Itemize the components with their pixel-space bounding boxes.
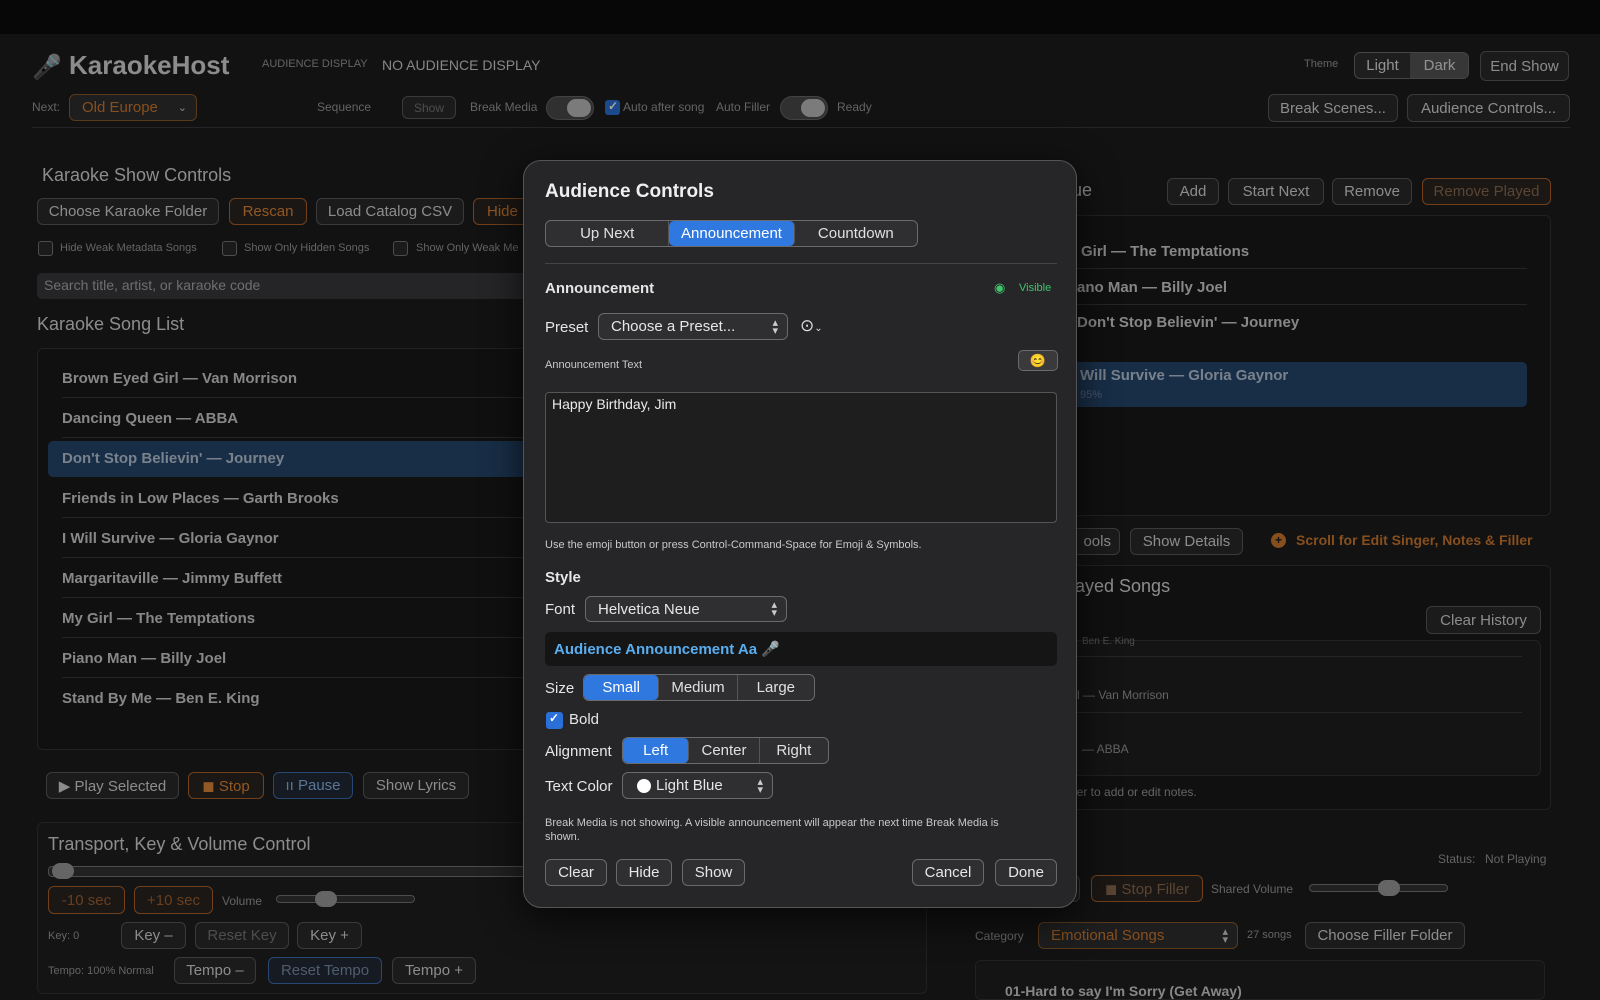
updown-chevron-icon: ▴ ▾	[771, 599, 777, 619]
tabs-divider	[545, 263, 1057, 264]
updown-chevron-icon: ▴ ▾	[757, 775, 763, 796]
tab-countdown[interactable]: Countdown	[795, 221, 917, 246]
announcement-text-area[interactable]: Happy Birthday, Jim	[545, 392, 1057, 523]
tab-up-next[interactable]: Up Next	[546, 221, 670, 246]
updown-chevron-icon: ▴ ▾	[772, 316, 778, 337]
font-select[interactable]: Helvetica Neue ▴ ▾	[585, 596, 787, 622]
text-color-value: Light Blue	[656, 777, 723, 794]
style-title: Style	[545, 569, 581, 586]
show-button[interactable]: Show	[682, 859, 745, 886]
size-label: Size	[545, 680, 575, 697]
align-right[interactable]: Right	[760, 738, 828, 763]
preset-label: Preset	[545, 319, 589, 336]
tab-announcement[interactable]: Announcement	[669, 221, 795, 246]
section-title: Announcement	[545, 280, 655, 297]
dialog-tabs: Up Next Announcement Countdown	[545, 220, 918, 247]
announcement-preview: Audience Announcement Aa 🎤	[545, 632, 1057, 666]
break-media-notice: Break Media is not showing. A visible an…	[545, 817, 999, 843]
announcement-text-label: Announcement Text	[545, 359, 643, 371]
dialog-title: Audience Controls	[545, 181, 714, 202]
align-left[interactable]: Left	[623, 738, 690, 763]
bold-label: Bold	[569, 711, 600, 728]
clear-button[interactable]: Clear	[545, 859, 607, 886]
preset-value: Choose a Preset...	[611, 318, 736, 335]
alignment-segmented: Left Center Right	[622, 737, 829, 764]
eye-icon: ◉	[994, 280, 1006, 295]
size-medium[interactable]: Medium	[659, 675, 738, 700]
alignment-label: Alignment	[545, 743, 612, 760]
size-large[interactable]: Large	[738, 675, 814, 700]
os-menu-bar	[0, 0, 1600, 34]
preview-text: Audience Announcement Aa 🎤	[554, 641, 780, 658]
cancel-button[interactable]: Cancel	[912, 859, 984, 886]
text-color-label: Text Color	[545, 778, 613, 795]
done-button[interactable]: Done	[995, 859, 1057, 886]
visible-status: Visible	[1019, 282, 1052, 294]
color-swatch-icon	[637, 778, 651, 793]
font-label: Font	[545, 601, 576, 618]
audience-controls-dialog: Audience Controls Up Next Announcement C…	[523, 160, 1077, 908]
more-options-icon[interactable]: ⊙⌄	[800, 316, 823, 336]
bold-checkbox[interactable]	[546, 711, 563, 729]
emoji-hint: Use the emoji button or press Control-Co…	[545, 539, 922, 551]
size-segmented: Small Medium Large	[583, 674, 815, 701]
emoji-button[interactable]: 😊	[1018, 350, 1058, 371]
text-color-select[interactable]: Light Blue ▴ ▾	[622, 772, 773, 799]
hide-button[interactable]: Hide	[616, 859, 672, 886]
preset-select[interactable]: Choose a Preset... ▴ ▾	[598, 313, 788, 340]
size-small[interactable]: Small	[584, 675, 660, 700]
font-value: Helvetica Neue	[598, 600, 700, 618]
align-center[interactable]: Center	[689, 738, 760, 763]
